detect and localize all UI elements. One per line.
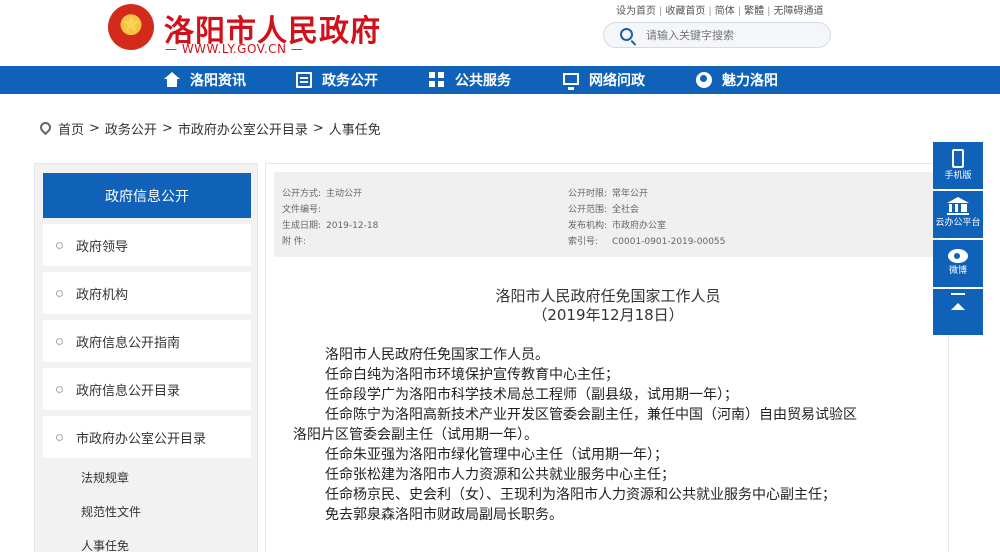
article-line: 洛阳片区管委会副主任（试用期一年）。 xyxy=(293,427,538,443)
article-line: 任命陈宁为洛阳高新技术产业开发区管委会副主任，兼任中国（河南）自由贸易试验区 xyxy=(325,407,857,423)
breadcrumb-separator: > xyxy=(89,121,100,136)
sidebar-item-label: 市政府办公室公开目录 xyxy=(76,431,207,447)
mobile-version-button[interactable]: 手机版 xyxy=(933,142,983,189)
sidebar-item-label: 政府信息公开目录 xyxy=(76,383,181,399)
bullet-icon xyxy=(56,385,63,393)
meta-scope: 全社会 xyxy=(612,205,640,215)
article-line: 免去郭泉森洛阳市财政局副局长职务。 xyxy=(325,507,563,523)
accessibility-link[interactable]: 无障碍通道 xyxy=(774,6,824,17)
home-icon xyxy=(164,72,180,88)
meta-label: 发布机构: xyxy=(568,221,608,231)
article-date: （2019年12月18日） xyxy=(532,306,684,324)
bullet-icon xyxy=(56,433,63,441)
search-icon[interactable] xyxy=(620,28,633,41)
sidebar-item-catalog[interactable]: 政府信息公开目录 xyxy=(43,368,251,410)
nav-item-news[interactable]: 洛阳资讯 xyxy=(164,66,246,94)
meta-index: C0001-0901-2019-00055 xyxy=(612,237,726,247)
meta-label: 公开时限: xyxy=(568,189,608,199)
grid-icon xyxy=(429,72,445,88)
meta-label: 附 件: xyxy=(282,237,306,247)
nav-item-label: 魅力洛阳 xyxy=(722,73,778,89)
meta-open-time: 常年公开 xyxy=(612,189,649,199)
bookmark-link[interactable]: 收藏首页 xyxy=(665,6,705,17)
article-panel: 公开方式: 主动公开 文件编号: 生成日期: 2019-12-18 附 件: 公开时… xyxy=(265,163,949,552)
sidebar-subitem-normative-docs[interactable]: 规范性文件 xyxy=(81,503,141,520)
sidebar-item-leaders[interactable]: 政府领导 xyxy=(43,224,251,266)
nav-item-label: 网络问政 xyxy=(589,73,645,89)
back-to-top-icon xyxy=(951,293,965,310)
back-to-top-button[interactable] xyxy=(933,289,983,335)
bullet-icon xyxy=(56,337,63,345)
search-box xyxy=(603,22,831,48)
weibo-button[interactable]: 微博 xyxy=(933,240,983,287)
breadcrumb-separator: > xyxy=(161,121,173,136)
sidebar-item-guide[interactable]: 政府信息公开指南 xyxy=(43,320,251,362)
bullet-icon xyxy=(56,289,63,297)
weibo-icon xyxy=(948,249,968,263)
simplified-chinese-link[interactable]: 简体 xyxy=(715,6,735,17)
meta-label: 公开范围: xyxy=(568,205,608,215)
sidebar-item-label: 政府领导 xyxy=(76,239,129,255)
sidebar-subitem-regulations[interactable]: 法规规章 xyxy=(81,469,129,486)
cloud-office-button[interactable]: 云办公平台 xyxy=(933,191,983,238)
breadcrumb-separator: > xyxy=(312,121,324,136)
location-pin-icon xyxy=(37,119,54,136)
sidebar-item-office-catalog[interactable]: 市政府办公室公开目录 xyxy=(43,416,251,458)
main-nav: 洛阳资讯 政务公开 公共服务 网络问政 魅力洛阳 xyxy=(0,66,1000,94)
globe-icon xyxy=(696,72,712,88)
article-line: 任命白纯为洛阳市环境保护宣传教育中心主任； xyxy=(325,367,619,383)
nav-item-label: 洛阳资讯 xyxy=(190,73,246,89)
meta-label: 索引号: xyxy=(568,237,599,247)
meta-label: 公开方式: xyxy=(282,189,322,199)
breadcrumb-home[interactable]: 首页 xyxy=(58,119,84,138)
sidebar-item-label: 政府信息公开指南 xyxy=(76,335,181,351)
weibo-label: 微博 xyxy=(948,266,967,276)
document-icon xyxy=(296,72,312,88)
sidebar-item-agencies[interactable]: 政府机构 xyxy=(43,272,251,314)
nav-item-label: 公共服务 xyxy=(455,73,511,89)
article-title: 洛阳市人民政府任免国家工作人员 xyxy=(495,287,721,305)
cloud-office-label: 云办公平台 xyxy=(935,218,981,228)
meta-label: 文件编号: xyxy=(282,205,322,215)
site-url: — WWW.LY.GOV.CN — xyxy=(165,42,304,56)
meta-org: 市政府办公室 xyxy=(612,221,667,231)
breadcrumb-office-catalog[interactable]: 市政府办公室公开目录 xyxy=(178,119,308,138)
nav-item-public-service[interactable]: 公共服务 xyxy=(429,66,511,94)
top-links: 设为首页 | 收藏首页 | 简体 | 繁體 | 无障碍通道 xyxy=(616,6,824,17)
article-line: 任命杨京民、史会利（女）、王现利为洛阳市人力资源和公共就业服务中心副主任； xyxy=(325,487,836,503)
sidebar-title: 政府信息公开 xyxy=(43,173,251,218)
document-metadata: 公开方式: 主动公开 文件编号: 生成日期: 2019-12-18 附 件: 公开时… xyxy=(274,172,940,257)
breadcrumb-current: 人事任免 xyxy=(328,123,381,138)
monitor-icon xyxy=(563,72,579,90)
meta-open-mode: 主动公开 xyxy=(326,189,363,199)
nav-item-charm-luoyang[interactable]: 魅力洛阳 xyxy=(696,66,778,94)
mobile-phone-icon xyxy=(952,149,964,168)
article-line: 任命朱亚强为洛阳市绿化管理中心主任（试用期一年）； xyxy=(325,447,668,463)
article-line: 任命张松建为洛阳市人力资源和公共就业服务中心主任； xyxy=(325,467,675,483)
nav-item-online-inquiry[interactable]: 网络问政 xyxy=(563,66,645,94)
search-input[interactable] xyxy=(646,27,816,43)
mobile-version-label: 手机版 xyxy=(944,171,972,181)
sidebar: 政府信息公开 政府领导 政府机构 政府信息公开指南 政府信息公开目录 市政府办公… xyxy=(34,163,258,552)
national-emblem-icon xyxy=(108,4,154,50)
nav-item-gov-affairs[interactable]: 政务公开 xyxy=(296,66,378,94)
article-line: 洛阳市人民政府任免国家工作人员。 xyxy=(325,347,549,363)
meta-label: 生成日期: xyxy=(282,221,322,231)
site-header: 洛阳市人民政府 — WWW.LY.GOV.CN — 设为首页 | 收藏首页 | 简体 | 繁… xyxy=(0,0,1000,66)
bullet-icon xyxy=(56,241,63,249)
sidebar-subitem-appointments[interactable]: 人事任免 xyxy=(81,537,129,552)
article-line: 任命段学广为洛阳市科学技术局总工程师（副县级，试用期一年）； xyxy=(325,387,738,403)
meta-created: 2019-12-18 xyxy=(326,221,379,231)
nav-item-label: 政务公开 xyxy=(322,73,378,89)
breadcrumb: 首页 > 政务公开 > 市政府办公室公开目录 > 人事任免 xyxy=(37,119,381,138)
government-building-icon xyxy=(947,197,969,215)
sidebar-item-label: 政府机构 xyxy=(76,287,129,303)
set-homepage-link[interactable]: 设为首页 xyxy=(616,6,656,17)
traditional-chinese-link[interactable]: 繁體 xyxy=(744,6,764,17)
breadcrumb-gov-affairs[interactable]: 政务公开 xyxy=(105,119,157,138)
